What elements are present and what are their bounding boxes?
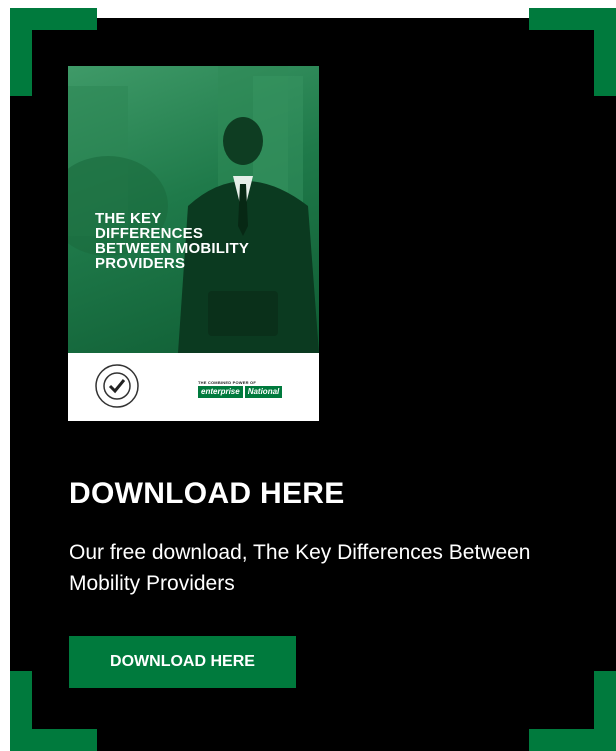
brand-logos: THE COMBINED POWER OF enterprise Nationa… [198, 380, 308, 402]
corner-accent-bottom-left [10, 729, 97, 751]
brand-tagline: THE COMBINED POWER OF [198, 380, 256, 385]
cover-footer: THE COMBINED POWER OF enterprise Nationa… [68, 353, 319, 421]
corner-accent-top-right [529, 8, 616, 30]
ebook-cover[interactable]: THE KEY DIFFERENCES BETWEEN MOBILITY PRO… [68, 66, 319, 421]
section-heading: DOWNLOAD HERE [69, 477, 345, 510]
section-description: Our free download, The Key Differences B… [69, 541, 531, 595]
cover-photo: THE KEY DIFFERENCES BETWEEN MOBILITY PRO… [68, 66, 319, 353]
enterprise-logo: enterprise [198, 386, 243, 398]
cover-title: THE KEY DIFFERENCES BETWEEN MOBILITY PRO… [95, 210, 250, 272]
corner-accent-bottom-right [529, 729, 616, 751]
download-button[interactable]: DOWNLOAD HERE [69, 636, 296, 688]
national-logo: National [244, 386, 283, 398]
clean-pledge-badge-icon [95, 364, 139, 408]
corner-accent-top-left [10, 8, 97, 30]
